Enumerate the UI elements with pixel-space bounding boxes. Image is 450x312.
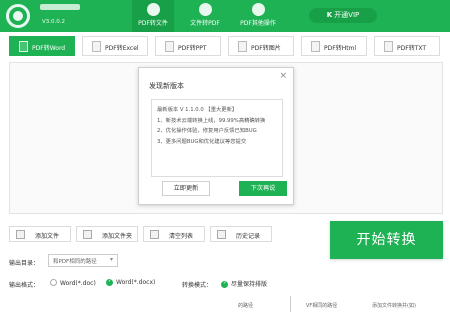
release-note-line: 最新版本 V 1.1.0.0 【重大更新】 bbox=[157, 107, 238, 113]
remind-later-button[interactable]: 下次再说 bbox=[239, 181, 287, 196]
document-icon bbox=[146, 3, 160, 16]
image-icon bbox=[238, 41, 247, 52]
conversion-type-tabs: PDF转Word PDF转Excel PDF转PPT PDF转图片 PDF转Ht… bbox=[9, 36, 443, 58]
ppt-icon bbox=[165, 41, 174, 52]
tab-pdf-to-word[interactable]: PDF转Word bbox=[9, 36, 75, 56]
release-note-line: 2、优化操作体验，修复用户反馈已知BUG bbox=[157, 128, 257, 134]
status-text: VF相同的路径 bbox=[306, 303, 338, 309]
app-header: V3.0.0.2 PDF转文件 文件转PDF PDF其他操作 K 开通VIP bbox=[0, 0, 450, 32]
add-file-icon bbox=[16, 230, 25, 239]
trash-icon bbox=[150, 230, 159, 239]
update-now-button[interactable]: 立即更新 bbox=[162, 181, 210, 196]
dialog-title: 发现新版本 bbox=[149, 82, 184, 90]
tab-pdf-other[interactable]: PDF其他操作 bbox=[232, 0, 284, 32]
add-folder-button[interactable]: 添加文件夹 bbox=[76, 226, 138, 242]
tab-label: PDF转图片 bbox=[251, 45, 281, 52]
chevron-down-icon: ▾ bbox=[109, 256, 113, 263]
txt-icon bbox=[384, 41, 393, 52]
tab-pdf-to-excel[interactable]: PDF转Excel bbox=[82, 36, 148, 56]
update-dialog: 发现新版本 × 最新版本 V 1.1.0.0 【重大更新】 1、新技术云端转换上… bbox=[138, 67, 294, 205]
release-notes: 最新版本 V 1.1.0.0 【重大更新】 1、新技术云端转换上线，99.99%… bbox=[151, 99, 283, 177]
button-label: 清空列表 bbox=[169, 233, 194, 240]
pdf-icon bbox=[198, 3, 212, 16]
clear-list-button[interactable]: 清空列表 bbox=[143, 226, 205, 242]
tab-label: PDF转PPT bbox=[178, 45, 207, 52]
tab-file-to-pdf[interactable]: 文件转PDF bbox=[182, 0, 228, 32]
radio-label: Word(*.docx) bbox=[116, 279, 156, 286]
radio-checked-icon bbox=[221, 281, 228, 288]
folder-icon bbox=[83, 230, 92, 239]
start-convert-button[interactable]: 开始转换 bbox=[330, 221, 443, 259]
tab-label: PDF转Excel bbox=[105, 45, 139, 52]
radio-checked-icon bbox=[106, 279, 113, 286]
tab-label: 文件转PDF bbox=[190, 20, 220, 27]
tab-pdf-to-ppt[interactable]: PDF转PPT bbox=[155, 36, 221, 56]
add-file-button[interactable]: 添加文件 bbox=[9, 226, 71, 242]
app-logo bbox=[6, 4, 30, 28]
button-label: 添加文件夹 bbox=[102, 233, 133, 240]
tab-pdf-to-file[interactable]: PDF转文件 bbox=[132, 0, 174, 32]
release-note-line: 1、新技术云端转换上线，99.99%高精确转换 bbox=[157, 117, 266, 124]
tab-label: PDF其他操作 bbox=[240, 20, 276, 27]
radio-label: Word(*.doc) bbox=[60, 280, 96, 287]
format-radio-docx[interactable]: Word(*.docx) bbox=[106, 279, 155, 286]
status-strip bbox=[236, 293, 450, 312]
word-icon bbox=[19, 41, 28, 52]
output-dir-select[interactable]: 和PDF相同的路径 ▾ bbox=[48, 254, 118, 267]
html-icon bbox=[311, 41, 320, 52]
history-icon bbox=[217, 230, 226, 239]
history-button[interactable]: 历史记录 bbox=[210, 226, 272, 242]
vip-icon: K bbox=[326, 11, 333, 19]
status-text: 添加文件转换并(如) bbox=[372, 303, 416, 309]
close-icon[interactable]: × bbox=[279, 71, 287, 81]
tab-pdf-to-image[interactable]: PDF转图片 bbox=[228, 36, 294, 56]
tab-label: PDF转文件 bbox=[138, 20, 168, 27]
mode-radio-keep-layout[interactable]: 尽量保持排版 bbox=[221, 279, 267, 288]
output-dir-label: 输出目录： bbox=[9, 260, 40, 267]
vip-label: 开通VIP bbox=[334, 11, 360, 19]
tab-label: PDF转Html bbox=[324, 45, 357, 52]
status-text: 的路径 bbox=[238, 303, 254, 309]
excel-icon bbox=[92, 41, 101, 52]
radio-icon bbox=[50, 279, 57, 286]
tab-label: PDF转TXT bbox=[397, 45, 427, 52]
format-radio-doc[interactable]: Word(*.doc) bbox=[50, 279, 96, 287]
open-vip-button[interactable]: K 开通VIP bbox=[309, 8, 377, 23]
app-title bbox=[40, 4, 80, 10]
tools-icon bbox=[251, 3, 265, 16]
tab-pdf-to-html[interactable]: PDF转Html bbox=[301, 36, 367, 56]
output-format-label: 输出格式： bbox=[9, 282, 40, 289]
tab-label: PDF转Word bbox=[32, 45, 66, 52]
release-note-line: 3、更多问题BUG和优化建议等您提交 bbox=[157, 138, 247, 145]
tab-pdf-to-txt[interactable]: PDF转TXT bbox=[374, 36, 440, 56]
divider bbox=[290, 296, 291, 312]
button-label: 历史记录 bbox=[236, 233, 261, 240]
radio-label: 尽量保持排版 bbox=[231, 281, 268, 288]
output-dir-value: 和PDF相同的路径 bbox=[53, 259, 97, 265]
button-label: 添加文件 bbox=[35, 233, 60, 240]
app-version: V3.0.0.2 bbox=[42, 19, 66, 25]
convert-mode-label: 转换模式： bbox=[182, 282, 213, 289]
